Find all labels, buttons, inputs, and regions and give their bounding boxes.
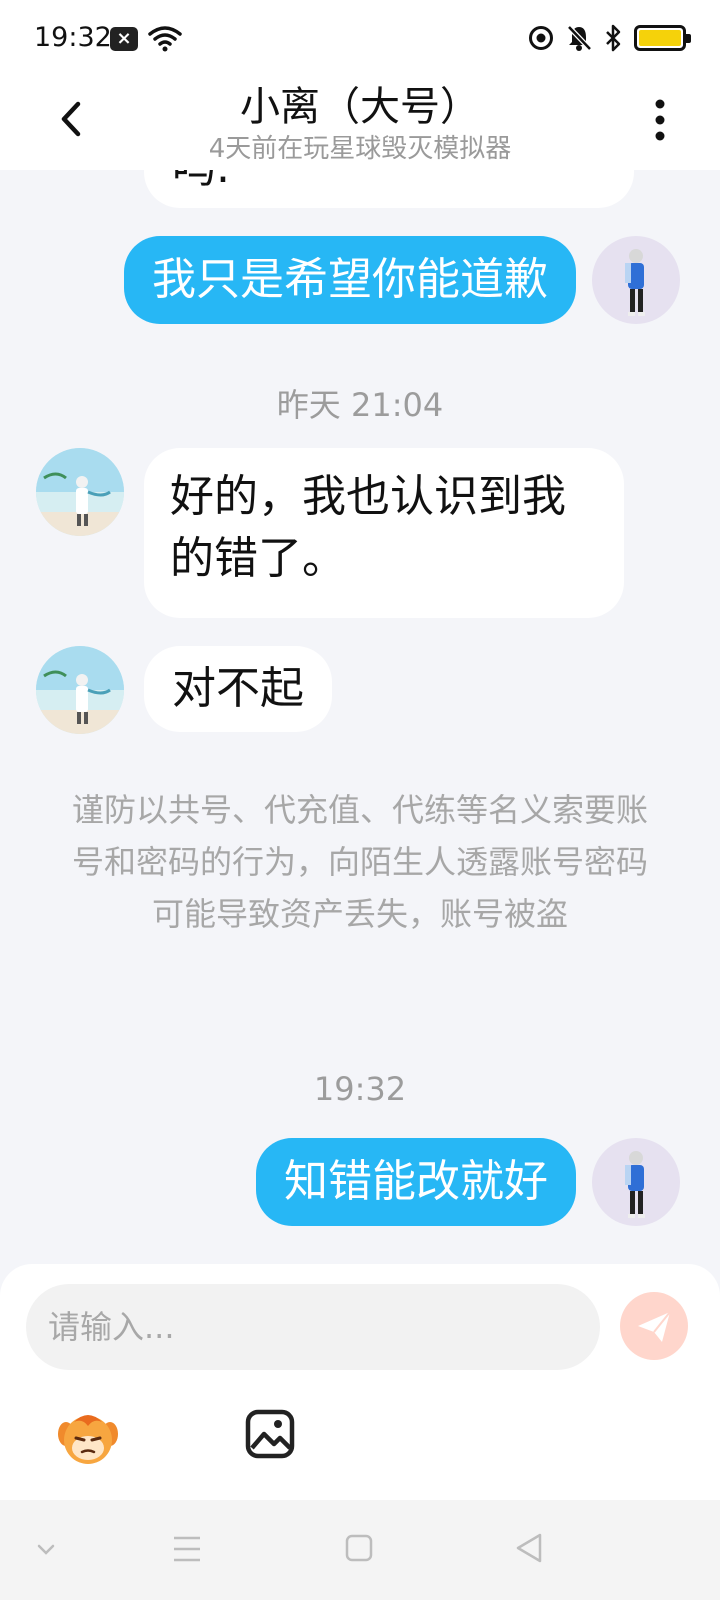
notification-x-icon: × xyxy=(110,27,138,51)
message-input[interactable]: 请输入... xyxy=(26,1284,600,1370)
more-options-button[interactable] xyxy=(648,98,672,142)
character-avatar-icon xyxy=(36,646,124,734)
message-bubble-incoming[interactable]: 对不起 xyxy=(144,646,332,732)
my-avatar[interactable] xyxy=(592,1138,680,1226)
back-triangle-icon xyxy=(516,1533,542,1563)
contact-status: 4天前在玩星球毁灭模拟器 xyxy=(208,134,512,164)
message-bubble-incoming[interactable]: 吗. xyxy=(144,170,634,208)
home-button[interactable] xyxy=(344,1530,374,1574)
menu-button[interactable] xyxy=(172,1530,202,1574)
menu-icon xyxy=(174,1536,200,1562)
contact-avatar[interactable] xyxy=(36,646,124,734)
message-bubble-outgoing[interactable]: 知错能改就好 xyxy=(256,1138,576,1226)
message-bubble-outgoing[interactable]: 我只是希望你能道歉 xyxy=(124,236,576,324)
message-text: 对不起 xyxy=(172,663,304,714)
battery-icon xyxy=(634,25,691,51)
emoji-icon xyxy=(58,1415,118,1464)
chat-area[interactable]: 吗. 我只是希望你能道歉 昨天 21:04 xyxy=(0,170,720,1270)
status-time: 19:32 xyxy=(34,22,112,53)
chat-header: 小离（大号） 4天前在玩星球毁灭模拟器 xyxy=(0,70,720,170)
focus-mode-icon xyxy=(529,26,553,50)
message-text: 好的，我也认识到我的错了。 xyxy=(170,471,566,584)
character-avatar-icon xyxy=(36,448,124,536)
paper-plane-icon xyxy=(638,1311,671,1342)
message-text: 我只是希望你能道歉 xyxy=(152,254,548,305)
message-timestamp: 昨天 21:04 xyxy=(276,386,444,424)
image-icon xyxy=(245,1409,295,1459)
home-icon xyxy=(345,1534,373,1562)
emoji-button[interactable] xyxy=(54,1404,122,1472)
character-avatar-icon xyxy=(625,1151,645,1218)
message-text: 吗. xyxy=(172,170,230,193)
system-nav-bar xyxy=(0,1500,720,1600)
contact-avatar[interactable] xyxy=(36,448,124,536)
image-button[interactable] xyxy=(244,1408,296,1460)
collapse-chevron-icon xyxy=(37,1544,55,1555)
back-nav-button[interactable] xyxy=(514,1530,544,1574)
bluetooth-icon xyxy=(606,24,621,52)
silent-bell-icon xyxy=(567,25,592,51)
more-vertical-icon xyxy=(655,99,665,141)
contact-name: 小离（大号） xyxy=(240,84,480,130)
status-bar: 19:32 × xyxy=(0,0,720,70)
input-panel: 请输入... xyxy=(0,1264,720,1500)
character-avatar-icon xyxy=(625,249,645,316)
security-notice: 谨防以共号、代充值、代练等名义索要账号和密码的行为，向陌生人透露账号密码可能导致… xyxy=(71,791,648,933)
message-text: 知错能改就好 xyxy=(284,1156,548,1207)
battery-level xyxy=(639,30,681,46)
collapse-button[interactable] xyxy=(36,1530,56,1574)
send-button[interactable] xyxy=(620,1292,688,1360)
wifi-icon xyxy=(148,26,182,52)
my-avatar[interactable] xyxy=(592,236,680,324)
message-timestamp: 19:32 xyxy=(313,1070,407,1108)
message-bubble-incoming[interactable]: 好的，我也认识到我的错了。 xyxy=(144,448,624,618)
